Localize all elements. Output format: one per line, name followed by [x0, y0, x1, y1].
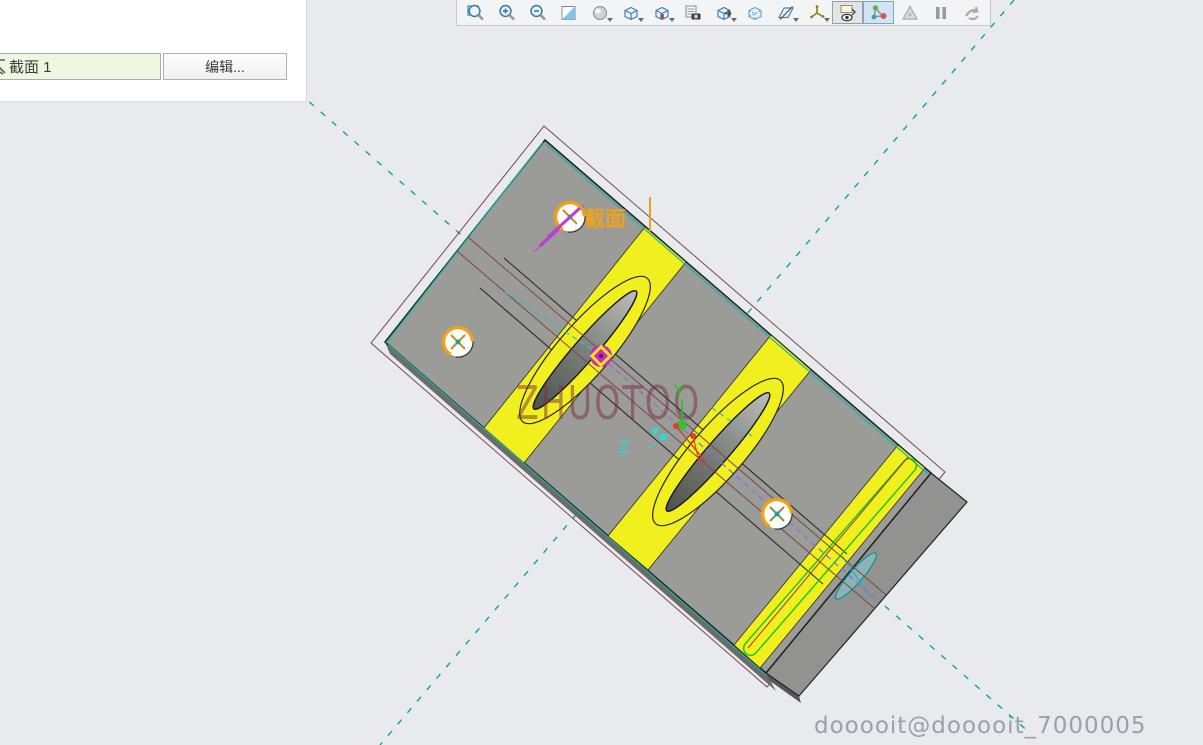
datum-graph-display-icon	[871, 4, 886, 19]
transparent-cube-icon	[747, 6, 762, 20]
toolbar-icon-repaint[interactable]	[553, 1, 584, 24]
toolbar-icon-display-style-cube[interactable]	[615, 1, 646, 24]
csys-node	[678, 421, 686, 429]
view-manager-camera-icon	[685, 5, 700, 19]
marker-center	[774, 511, 780, 517]
zoom-window-icon	[466, 4, 484, 21]
toolbar-icon-zoom-window[interactable]	[460, 1, 491, 24]
pause-icon	[935, 6, 946, 19]
handle-center	[599, 354, 603, 358]
application-window: dooooit@dooooit_7000005 ZHUOTOO Y Z 截面 截…	[0, 0, 1203, 745]
toolbar-icon-datum-axis-display[interactable]	[801, 1, 832, 24]
toolbar-icon-previous-view-arrow[interactable]	[956, 1, 987, 24]
section-name-field[interactable]: 截面 1	[0, 53, 161, 80]
dropdown-caret-icon	[638, 18, 644, 22]
account-watermark: dooooit@dooooit_7000005	[814, 713, 1147, 739]
dropdown-caret-icon	[669, 18, 675, 22]
toolbar-icon-pause[interactable]	[925, 1, 956, 24]
section-drag-handle[interactable]	[589, 344, 613, 368]
edit-button[interactable]: 编辑...	[163, 53, 287, 80]
section-name-text: 截面 1	[9, 59, 52, 76]
vertex-dot-cyan	[659, 433, 667, 441]
dropdown-caret-icon	[793, 18, 799, 22]
toolbar-icon-datum-graph-display[interactable]	[863, 1, 894, 24]
y-axis-label: Y	[673, 381, 684, 400]
toolbar-icon-shaded-display[interactable]	[584, 1, 615, 24]
spin-center-icon	[901, 4, 918, 20]
dropdown-caret-icon	[731, 18, 737, 22]
repaint-icon	[561, 5, 575, 20]
toolbar-icon-zoom-in[interactable]	[491, 1, 522, 24]
toolbar-icon-saved-views-cube[interactable]	[646, 1, 677, 24]
section-icon-fragment	[0, 58, 6, 75]
marker-center	[455, 339, 461, 345]
z-axis-label: Z	[618, 438, 630, 458]
view-toolbar	[456, 0, 991, 26]
dropdown-caret-icon	[607, 18, 613, 22]
dropdown-caret-icon	[824, 18, 830, 22]
zoom-in-icon	[498, 4, 515, 21]
toolbar-icon-section-cube[interactable]	[708, 1, 739, 24]
toolbar-icon-zoom-out[interactable]	[522, 1, 553, 24]
toolbar-icon-spin-center[interactable]	[894, 1, 925, 24]
section-panel: 截面 1 编辑...	[0, 0, 307, 102]
toolbar-icon-transparent-cube[interactable]	[739, 1, 770, 24]
zoom-out-icon	[529, 4, 546, 21]
toolbar-icon-datum-plane-display[interactable]	[770, 1, 801, 24]
viewport-3d[interactable]: dooooit@dooooit_7000005 ZHUOTOO Y Z 截面	[0, 0, 1203, 745]
previous-view-arrow-icon	[964, 6, 979, 20]
annotation-display-icon	[840, 4, 856, 21]
toolbar-icon-view-manager-camera[interactable]	[677, 1, 708, 24]
toolbar-icon-annotation-display[interactable]	[832, 1, 863, 24]
section-label: 截面	[584, 207, 626, 231]
